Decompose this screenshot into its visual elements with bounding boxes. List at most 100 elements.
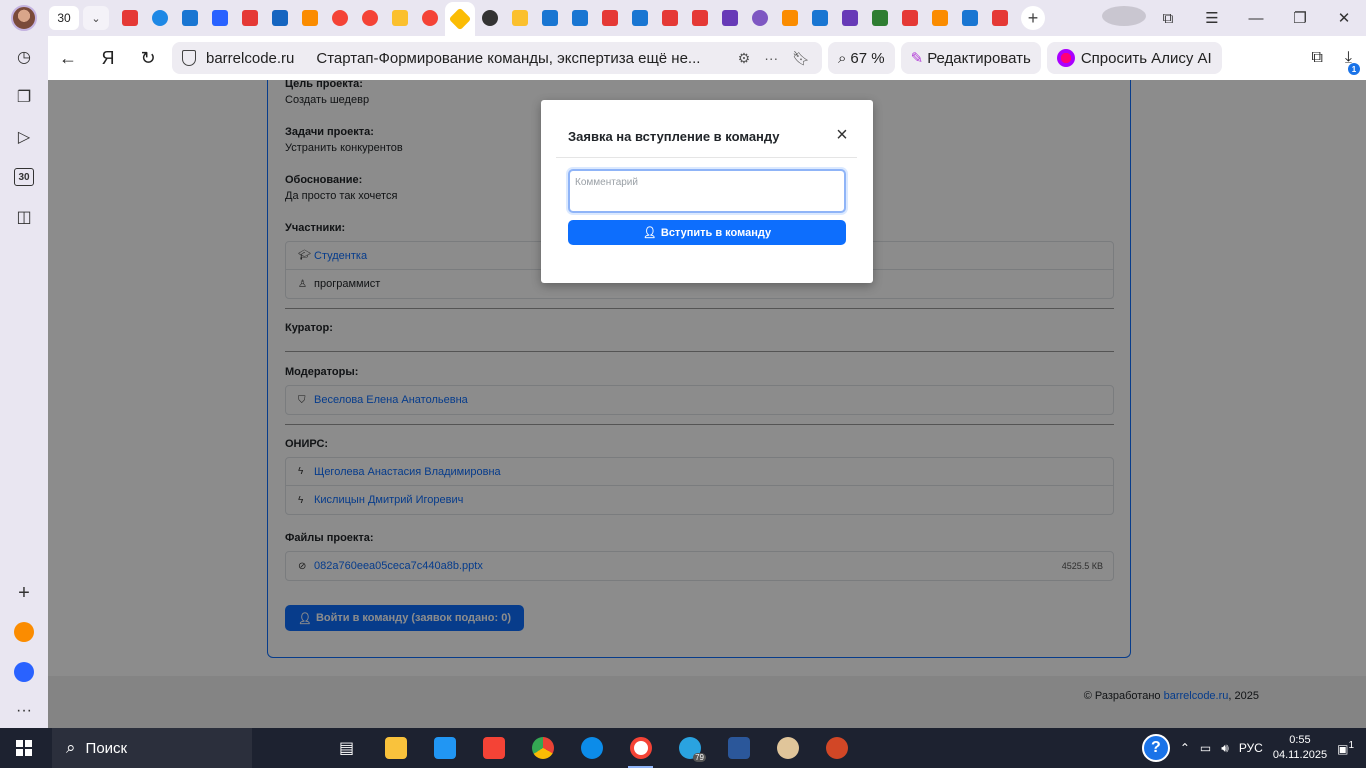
tab-doc-2[interactable] — [535, 3, 565, 33]
translate-icon[interactable]: ⚙ — [738, 50, 751, 67]
edge-icon[interactable] — [567, 728, 616, 768]
tab-mail-orange-2[interactable] — [925, 3, 955, 33]
tab-mail-blue[interactable] — [265, 3, 295, 33]
tab-shield-4[interactable] — [685, 3, 715, 33]
telegram-icon[interactable]: 79 — [665, 728, 714, 768]
mail-sidebar-icon[interactable] — [13, 621, 35, 643]
close-icon[interactable]: × — [833, 125, 851, 145]
comment-textarea[interactable] — [568, 169, 846, 213]
add-panel-icon[interactable]: + — [13, 582, 35, 604]
notes-sidebar-icon[interactable] — [13, 661, 35, 683]
task-view-icon[interactable]: ▤ — [322, 728, 371, 768]
user-plus-icon: 👤︎ — [642, 227, 657, 239]
address-bar: ← Я ↻ barrelcode.ru Стартап-Формирование… — [48, 36, 1366, 80]
search-label: Поиск — [85, 739, 128, 757]
file-explorer-icon[interactable] — [371, 728, 420, 768]
menu-icon[interactable]: ☰ — [1190, 9, 1234, 27]
store-icon[interactable] — [420, 728, 469, 768]
language-indicator[interactable]: РУС — [1239, 741, 1263, 755]
history-icon[interactable]: ◷ — [13, 46, 35, 68]
tab-shield-3[interactable] — [655, 3, 685, 33]
tab-yandex-2[interactable] — [355, 3, 385, 33]
tab-shield-6[interactable] — [985, 3, 1015, 33]
zoom-button[interactable]: ⌕ 67 % — [828, 42, 895, 74]
tabs-dropdown-chevron-icon[interactable]: ⌄ — [83, 6, 109, 30]
tab-yandex-1[interactable] — [325, 3, 355, 33]
word-icon[interactable] — [714, 728, 763, 768]
tab-doc-6[interactable] — [955, 3, 985, 33]
play-icon[interactable]: ▷ — [13, 126, 35, 148]
clock[interactable]: 0:55 04.11.2025 — [1273, 733, 1327, 763]
screenshot-icon[interactable]: ◫ — [13, 206, 35, 228]
powerpoint-icon[interactable] — [812, 728, 861, 768]
tab-doc-3[interactable] — [565, 3, 595, 33]
alisa-icon — [1056, 49, 1075, 67]
tab-doc-4[interactable] — [625, 3, 655, 33]
tab-yandex-3[interactable] — [415, 3, 445, 33]
account-icon[interactable] — [1102, 6, 1146, 30]
taskbar-apps: ▤ 79 — [322, 728, 861, 768]
tab-shield-2[interactable] — [595, 3, 625, 33]
notifications-icon[interactable]: ▣1 — [1337, 740, 1354, 756]
help-icon[interactable]: ? — [1141, 734, 1170, 762]
reload-icon[interactable]: ↻ — [128, 48, 168, 69]
tab-cat[interactable] — [475, 3, 505, 33]
tab-blue-doc[interactable] — [175, 3, 205, 33]
tray-chevron-icon[interactable]: ⌃ — [1180, 741, 1190, 755]
tab-shield-5[interactable] — [895, 3, 925, 33]
submit-join-button[interactable]: 👤︎ Вступить в команду — [568, 220, 846, 245]
tab-forms[interactable] — [715, 3, 745, 33]
taskbar-search[interactable]: ⌕ Поиск — [52, 728, 252, 768]
tab-image[interactable] — [385, 3, 415, 33]
more-icon[interactable]: ··· — [764, 50, 778, 67]
volume-icon[interactable]: 🔊︎ — [1221, 741, 1229, 756]
tab-count-button[interactable]: 30 — [49, 6, 79, 30]
more-sidebar-icon[interactable]: ··· — [13, 700, 35, 722]
yandex-browser-icon[interactable] — [616, 728, 665, 768]
start-button[interactable] — [0, 740, 48, 756]
tab-orange[interactable] — [295, 3, 325, 33]
tab-doc-5[interactable] — [805, 3, 835, 33]
notifications-count: 1 — [1348, 740, 1354, 751]
back-button[interactable]: ← — [48, 48, 88, 69]
downloads-icon[interactable]: ⤓ 1 — [1345, 49, 1360, 75]
zoom-search-icon: ⌕ — [838, 49, 847, 67]
bookmark-icon[interactable]: 🔖︎ — [792, 50, 810, 67]
window-controls: ⧉ ☰ — ❐ ✕ — [1102, 0, 1366, 36]
paint-icon[interactable] — [763, 728, 812, 768]
restore-button[interactable]: ❐ — [1278, 9, 1322, 27]
site-security-icon[interactable] — [182, 50, 196, 66]
modal-divider — [556, 157, 857, 158]
yandex-logo-icon[interactable]: Я — [88, 48, 128, 69]
pinned-tabs — [115, 0, 1015, 36]
tab-sheets[interactable] — [865, 3, 895, 33]
edit-button[interactable]: ✎ Редактировать — [900, 42, 1041, 74]
telegram-badge: 79 — [693, 753, 706, 762]
clock-date: 04.11.2025 — [1272, 749, 1328, 761]
tab-forms-2[interactable] — [835, 3, 865, 33]
ask-alisa-button[interactable]: Спросить Алису AI — [1046, 42, 1222, 74]
tab-link[interactable] — [745, 3, 775, 33]
tab-mail-orange[interactable] — [775, 3, 805, 33]
tab-red-shield[interactable] — [235, 3, 265, 33]
clock-time: 0:55 — [1289, 734, 1311, 746]
chrome-icon[interactable] — [518, 728, 567, 768]
network-icon[interactable]: ▭ — [1200, 741, 1211, 755]
tab-pdf[interactable] — [115, 3, 145, 33]
calendar-icon[interactable]: 30 — [13, 166, 35, 188]
tab-active[interactable] — [445, 2, 475, 36]
new-tab-button[interactable]: + — [1021, 6, 1045, 30]
yandex-music-icon[interactable] — [469, 728, 518, 768]
windows-taskbar: ⌕ Поиск ▤ 79 ? ⌃ ▭ 🔊︎ РУС 0:55 04.11.2025 … — [0, 728, 1366, 768]
search-icon: ⌕ — [66, 738, 76, 757]
collections-sidebar-icon[interactable]: ❐ — [13, 86, 35, 108]
url-field[interactable]: barrelcode.ru Стартап-Формирование коман… — [172, 42, 822, 74]
reading-mode-icon[interactable]: ⧉ — [1311, 49, 1322, 67]
tab-mail[interactable] — [205, 3, 235, 33]
tab-image-2[interactable] — [505, 3, 535, 33]
tab-edge[interactable] — [145, 3, 175, 33]
profile-avatar[interactable] — [11, 5, 37, 31]
collections-icon[interactable]: ⧉ — [1146, 10, 1190, 27]
minimize-button[interactable]: — — [1234, 10, 1278, 27]
close-window-button[interactable]: ✕ — [1322, 9, 1366, 27]
